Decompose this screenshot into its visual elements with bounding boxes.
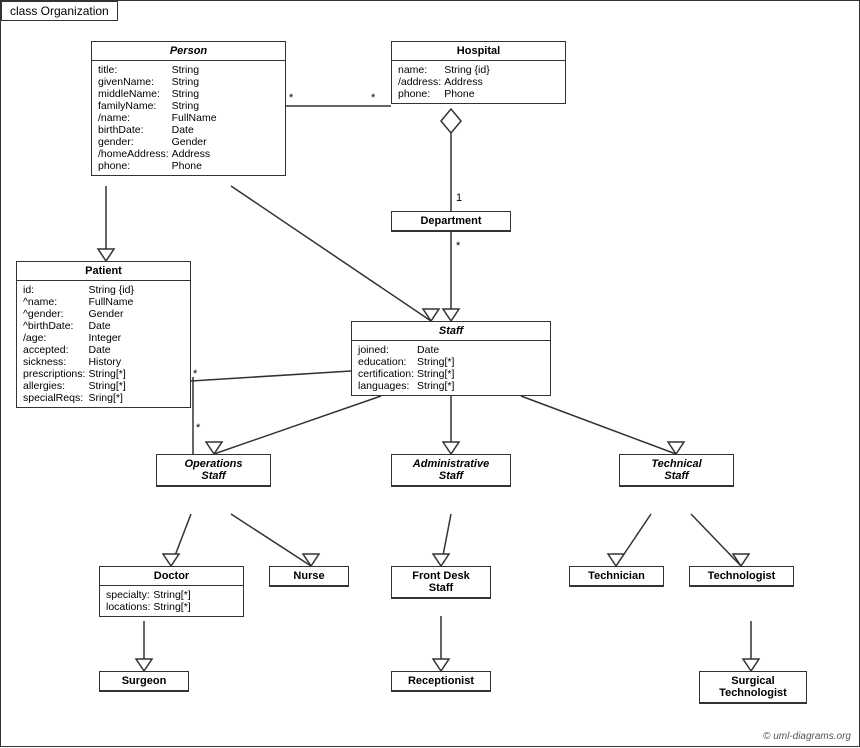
class-staff-body: joined:Date education:String[*] certific… — [352, 341, 550, 395]
svg-text:*: * — [371, 92, 376, 104]
svg-text:*: * — [289, 92, 294, 104]
class-administrative-staff-header: Administrative Staff — [392, 455, 510, 486]
class-surgical-technologist-header: Surgical Technologist — [700, 672, 806, 703]
class-technician: Technician — [569, 566, 664, 587]
copyright: © uml-diagrams.org — [763, 731, 851, 742]
class-nurse-header: Nurse — [270, 567, 348, 586]
class-doctor-body: specialty:String[*] locations:String[*] — [100, 586, 243, 616]
class-surgeon-header: Surgeon — [100, 672, 188, 691]
class-person: Person title:String givenName:String mid… — [91, 41, 286, 176]
class-technical-staff: Technical Staff — [619, 454, 734, 487]
class-front-desk-staff: Front Desk Staff — [391, 566, 491, 599]
class-nurse: Nurse — [269, 566, 349, 587]
svg-text:*: * — [196, 422, 201, 434]
class-doctor: Doctor specialty:String[*] locations:Str… — [99, 566, 244, 617]
class-receptionist: Receptionist — [391, 671, 491, 692]
class-department: Department — [391, 211, 511, 232]
class-front-desk-staff-header: Front Desk Staff — [392, 567, 490, 598]
class-department-header: Department — [392, 212, 510, 231]
class-hospital: Hospital name:String {id} /address:Addre… — [391, 41, 566, 104]
class-surgeon: Surgeon — [99, 671, 189, 692]
class-person-body: title:String givenName:String middleName… — [92, 61, 285, 175]
class-patient: Patient id:String {id} ^name:FullName ^g… — [16, 261, 191, 408]
svg-text:1: 1 — [456, 192, 462, 204]
class-technician-header: Technician — [570, 567, 663, 586]
class-technologist: Technologist — [689, 566, 794, 587]
class-technologist-header: Technologist — [690, 567, 793, 586]
class-patient-body: id:String {id} ^name:FullName ^gender:Ge… — [17, 281, 190, 407]
class-hospital-header: Hospital — [392, 42, 565, 61]
class-receptionist-header: Receptionist — [392, 672, 490, 691]
class-staff: Staff joined:Date education:String[*] ce… — [351, 321, 551, 396]
class-administrative-staff: Administrative Staff — [391, 454, 511, 487]
svg-text:*: * — [193, 368, 198, 380]
class-staff-header: Staff — [352, 322, 550, 341]
class-patient-header: Patient — [17, 262, 190, 281]
class-hospital-body: name:String {id} /address:Address phone:… — [392, 61, 565, 103]
class-surgical-technologist: Surgical Technologist — [699, 671, 807, 704]
class-operations-staff: Operations Staff — [156, 454, 271, 487]
svg-text:*: * — [456, 240, 461, 252]
class-operations-staff-header: Operations Staff — [157, 455, 270, 486]
diagram-title: class Organization — [1, 1, 118, 21]
class-doctor-header: Doctor — [100, 567, 243, 586]
diagram-container: class Organization * * 1 * * * — [0, 0, 860, 747]
class-technical-staff-header: Technical Staff — [620, 455, 733, 486]
class-person-header: Person — [92, 42, 285, 61]
